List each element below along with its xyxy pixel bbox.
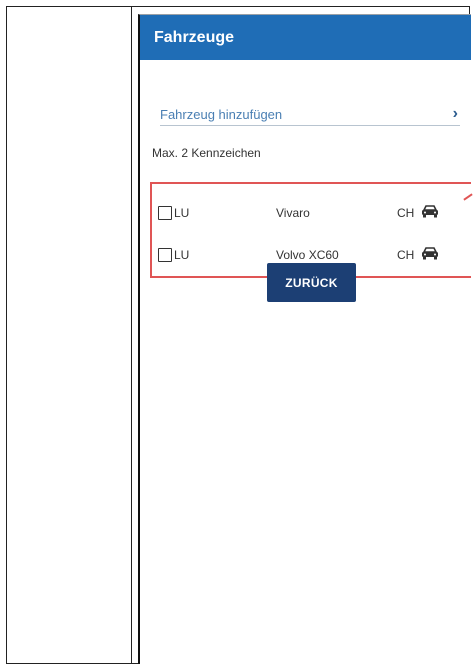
vehicle-row[interactable]: LU Vivaro CH xyxy=(152,198,471,228)
chevron-right-icon: › xyxy=(452,105,458,122)
vehicle-plate: LU xyxy=(174,206,190,220)
vehicle-country: CH xyxy=(397,206,415,220)
vehicle-checkbox[interactable] xyxy=(158,206,172,220)
cell-divider xyxy=(131,6,132,664)
vehicle-country: CH xyxy=(397,248,415,262)
add-vehicle-row[interactable]: Fahrzeug hinzufügen › xyxy=(160,103,460,126)
car-icon xyxy=(421,204,439,221)
vehicle-checkbox[interactable] xyxy=(158,248,172,262)
app-screen: Fahrzeuge Fahrzeug hinzufügen › Max. 2 K… xyxy=(138,14,471,664)
app-bar: Fahrzeuge xyxy=(140,15,471,60)
add-vehicle-label: Fahrzeug hinzufügen xyxy=(160,106,283,122)
plate-limit-text: Max. 2 Kennzeichen xyxy=(152,146,261,160)
page-title: Fahrzeuge xyxy=(154,28,235,46)
back-button[interactable]: ZURÜCK xyxy=(267,263,356,302)
car-icon xyxy=(421,246,439,263)
vehicle-model: Volvo XC60 xyxy=(276,248,339,262)
vehicle-plate: LU xyxy=(174,248,190,262)
vehicle-model: Vivaro xyxy=(276,206,310,220)
